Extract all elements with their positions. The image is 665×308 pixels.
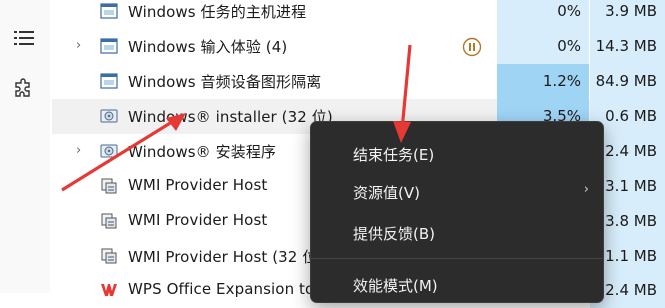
process-name: WPS Office Expansion too: [128, 280, 324, 298]
menu-separator: [311, 258, 603, 259]
memory-value: 1.1 MB: [605, 247, 657, 265]
memory-value: 3.9 MB: [605, 2, 657, 20]
memory-value: 14.3 MB: [595, 37, 657, 55]
chevron-right-icon[interactable]: ›: [76, 38, 90, 54]
cpu-value: 1.2%: [542, 72, 581, 90]
process-name: Windows 任务的主机进程: [128, 3, 307, 21]
process-name: WMI Provider Host (32 位: [128, 248, 318, 266]
window-icon: [100, 38, 118, 54]
menu-item-feedback[interactable]: 提供反馈(B): [311, 215, 603, 249]
chevron-right-icon[interactable]: ›: [76, 143, 90, 159]
hamburger-menu-icon[interactable]: [8, 22, 40, 54]
wmi-icon: [100, 178, 118, 194]
cpu-value: 0%: [557, 37, 581, 55]
wps-icon: [100, 282, 118, 298]
window-icon: [100, 73, 118, 89]
puzzle-icon[interactable]: [8, 73, 40, 105]
memory-cell: 84.9 MB: [590, 64, 665, 99]
memory-cell: 14.3 MB: [590, 29, 665, 64]
process-name: WMI Provider Host: [128, 176, 268, 194]
menu-item-label: 资源值(V): [353, 184, 420, 202]
menu-item-label: 结束任务(E): [353, 146, 435, 164]
wmi-icon: [100, 248, 118, 264]
menu-item-label: 提供反馈(B): [353, 225, 435, 243]
process-name: Windows® installer (32 位): [128, 108, 333, 126]
wmi-icon: [100, 213, 118, 229]
table-row[interactable]: 0% 14.3 MB › Windows 输入体验 (4): [52, 29, 665, 64]
cpu-cell: 0%: [497, 29, 589, 64]
window-icon: [100, 3, 118, 19]
menu-item-end-task[interactable]: 结束任务(E): [311, 136, 603, 170]
table-row[interactable]: 0% 3.9 MB Windows 任务的主机进程: [52, 0, 665, 29]
cpu-value: 0%: [557, 2, 581, 20]
memory-value: 3.1 MB: [605, 177, 657, 195]
chevron-right-icon: ›: [583, 182, 589, 197]
left-nav: [0, 0, 50, 293]
memory-value: 84.9 MB: [595, 72, 657, 90]
menu-item-efficiency-mode[interactable]: 效能模式(M): [311, 267, 603, 301]
memory-value: 13.8 MB: [595, 212, 657, 230]
process-name: Windows 音频设备图形隔离: [128, 73, 322, 91]
cpu-cell: 1.2%: [497, 64, 589, 99]
memory-value: 0.6 MB: [605, 107, 657, 125]
installer-icon: [100, 143, 118, 159]
menu-item-resource-values[interactable]: 资源值(V) ›: [311, 174, 603, 208]
paused-icon: [462, 37, 482, 61]
cpu-cell: 0%: [497, 0, 589, 29]
table-row[interactable]: 1.2% 84.9 MB Windows 音频设备图形隔离: [52, 64, 665, 99]
installer-icon: [100, 108, 118, 124]
memory-value: 2.4 MB: [605, 281, 657, 299]
process-name: WMI Provider Host: [128, 211, 268, 229]
context-menu: 结束任务(E) 资源值(V) › 提供反馈(B) 效能模式(M): [310, 121, 604, 303]
process-name: Windows® 安装程序: [128, 143, 277, 161]
memory-value: 2.4 MB: [605, 142, 657, 160]
memory-cell: 3.9 MB: [590, 0, 665, 29]
process-name: Windows 输入体验 (4): [128, 38, 288, 56]
